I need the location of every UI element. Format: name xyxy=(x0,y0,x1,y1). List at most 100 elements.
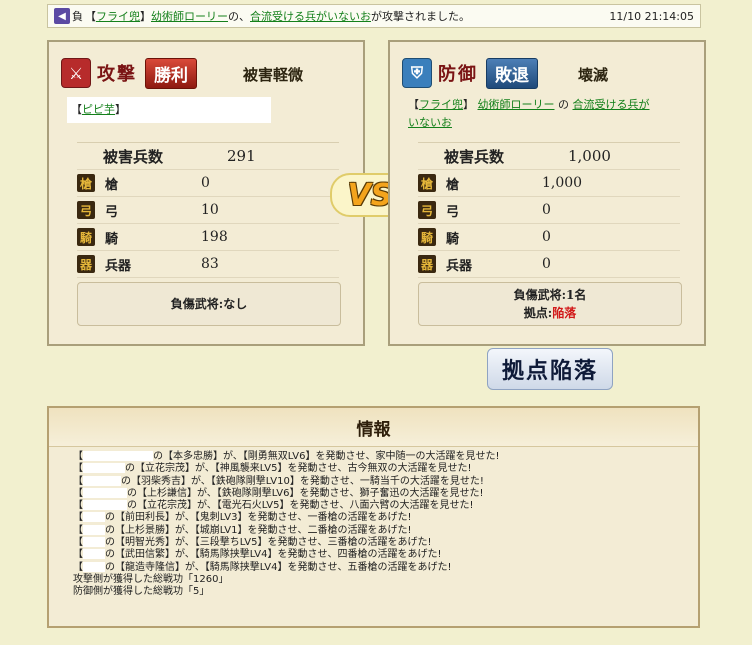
battle-log: 【の【本多忠勝】が、【剛勇無双LV6】を発動させ、家中随一の大活躍を見せた! 【… xyxy=(49,447,698,599)
vs-text: VS xyxy=(347,177,393,213)
defender-wounded-box: 負傷武将:1名 拠点:陥落 xyxy=(418,282,682,326)
unit-value: 83 xyxy=(201,256,219,272)
redacted-name xyxy=(83,512,105,523)
defeat-label: 負 xyxy=(72,10,83,23)
horse-icon: 騎 xyxy=(77,228,95,246)
attacker-damage-level: 被害軽微 xyxy=(243,66,304,84)
unit-label: 弓 xyxy=(105,204,119,220)
bracket-close: 】 xyxy=(140,10,151,23)
notice-player-link[interactable]: フライ兜 xyxy=(96,8,140,24)
stronghold-status: 拠点:陥落 xyxy=(524,304,576,322)
attacker-stats: 被害兵数 291 槍槍 0 弓弓 10 騎騎 198 器兵器 83 xyxy=(77,142,339,278)
log-line: 【の【龍造寺隆信】が、【騎馬隊挟撃LV4】を発動させ、五番槍の活躍をあげた! xyxy=(73,561,452,573)
unit-value: 0 xyxy=(542,256,551,272)
log-line: 【の【上杉景勝】が、【城崩LV1】を発動させ、二番槍の活躍をあげた! xyxy=(73,524,412,536)
defender-wounded-text: 負傷武将:1名 xyxy=(513,288,587,302)
notice-timestamp: 11/10 21:14:05 xyxy=(609,9,694,23)
defender-general-link[interactable]: 幼術師ローリー xyxy=(478,98,555,111)
defeat-badge: 敗退 xyxy=(486,57,538,89)
log-line: 【の【立花宗茂】が、【神風襲来LV5】を発動させ、古今無双の大活躍を見せた! xyxy=(73,463,472,475)
victory-badge: 勝利 xyxy=(145,57,197,89)
defender-merit-line: 防御側が獲得した総戦功「5」 xyxy=(73,586,210,598)
unit-row: 器兵器 0 xyxy=(418,251,680,278)
unit-row: 騎騎 0 xyxy=(418,224,680,251)
defender-owner-link[interactable]: フライ兜 xyxy=(419,98,463,111)
battle-notice-bar: ◀ 負 【 フライ兜 】 幼術師ローリー の、 合流受ける兵がいないお が攻撃さ… xyxy=(47,4,701,28)
defender-role-label: 防御 xyxy=(438,64,478,85)
attacker-role-label: 攻撃 xyxy=(97,64,137,85)
defender-damage-level: 壊滅 xyxy=(578,66,609,84)
notice-stronghold-link[interactable]: 合流受ける兵がいないお xyxy=(250,8,371,24)
bow-icon: 弓 xyxy=(77,201,95,219)
total-losses-label: 被害兵数 xyxy=(103,147,164,166)
redacted-name xyxy=(83,561,105,572)
redacted-name xyxy=(83,475,121,486)
redacted-name xyxy=(83,537,105,548)
siege-icon: 器 xyxy=(418,255,436,273)
redacted-name xyxy=(83,549,105,560)
unit-label: 槍 xyxy=(446,177,460,193)
unit-value: 0 xyxy=(542,202,551,218)
unit-row: 器兵器 83 xyxy=(77,251,339,278)
battle-info-box: 情報 【の【本多忠勝】が、【剛勇無双LV6】を発動させ、家中随一の大活躍を見せた… xyxy=(47,406,700,628)
unit-value: 0 xyxy=(542,229,551,245)
unit-label: 兵器 xyxy=(446,258,473,274)
defender-stats: 被害兵数 1,000 槍槍 1,000 弓弓 0 騎騎 0 器兵器 0 xyxy=(418,142,680,278)
unit-label: 騎 xyxy=(446,231,460,247)
crossed-swords-icon: ⚔ xyxy=(61,58,91,88)
horse-icon: 騎 xyxy=(418,228,436,246)
bracket-close: 】 xyxy=(115,103,126,117)
attacker-wounded-text: 負傷武将:なし xyxy=(170,297,248,311)
unit-row: 弓弓 0 xyxy=(418,197,680,224)
siege-icon: 器 xyxy=(77,255,95,273)
stronghold-status-value: 陥落 xyxy=(552,306,577,320)
bow-icon: 弓 xyxy=(418,201,436,219)
spear-icon: 槍 xyxy=(418,174,436,192)
notice-general-link[interactable]: 幼術師ローリー xyxy=(151,8,228,24)
unit-row: 騎騎 198 xyxy=(77,224,339,251)
notice-separator: の、 xyxy=(228,10,250,23)
unit-value: 1,000 xyxy=(542,175,583,191)
defender-total-value: 1,000 xyxy=(568,147,611,165)
redacted-name xyxy=(83,487,127,498)
unit-value: 10 xyxy=(201,202,219,218)
unit-value: 0 xyxy=(201,175,210,191)
unit-row: 槍槍 0 xyxy=(77,170,339,197)
unit-row: 槍槍 1,000 xyxy=(418,170,680,197)
bracket-open: 【 xyxy=(408,98,419,111)
attacker-header: ⚔ 攻撃 勝利 xyxy=(61,56,197,90)
defender-total-row: 被害兵数 1,000 xyxy=(418,143,680,170)
unit-value: 198 xyxy=(201,229,228,245)
info-title: 情報 xyxy=(49,408,698,447)
log-line: 【の【上杉謙信】が、【鉄砲隊剛撃LV6】を発動させ、獅子奮迅の大活躍を見せた! xyxy=(73,487,484,499)
log-line: 【の【明智光秀】が、【三段撃ちLV5】を発動させ、三番槍の活躍をあげた! xyxy=(73,537,432,549)
defender-header: ⛨ 防御 敗退 xyxy=(402,56,538,90)
bracket-open: 【 xyxy=(71,103,82,117)
defender-panel: ⛨ 防御 敗退 壊滅 【フライ兜】 幼術師ローリー の 合流受ける兵がいないお … xyxy=(388,40,706,346)
defender-owner: 【フライ兜】 幼術師ローリー の 合流受ける兵がいないお xyxy=(408,96,658,131)
attacker-wounded-box: 負傷武将:なし xyxy=(77,282,341,326)
unit-label: 騎 xyxy=(105,231,119,247)
attacker-total-row: 被害兵数 291 xyxy=(77,143,339,170)
unit-label: 弓 xyxy=(446,204,460,220)
log-line: 【の【立花宗茂】が、【電光石火LV5】を発動させ、八面六臂の大活躍を見せた! xyxy=(73,500,474,512)
attacker-owner: 【 ピピ芋 】 xyxy=(67,97,271,123)
unit-label: 槍 xyxy=(105,177,119,193)
stronghold-status-label: 拠点: xyxy=(523,306,553,320)
stronghold-fallen-stamp: 拠点陥落 xyxy=(487,348,613,390)
notice-suffix: が攻撃されました。 xyxy=(371,10,470,23)
attacker-owner-link[interactable]: ピピ芋 xyxy=(82,102,115,117)
total-losses-label: 被害兵数 xyxy=(444,147,505,166)
attacker-total-value: 291 xyxy=(227,147,256,165)
attacker-panel: ⚔ 攻撃 勝利 被害軽微 【 ピピ芋 】 被害兵数 291 槍槍 0 弓弓 10… xyxy=(47,40,365,346)
log-line: 【の【武田信繁】が、【騎馬隊挟撃LV4】を発動させ、四番槍の活躍をあげた! xyxy=(73,549,442,561)
helmet-icon: ⛨ xyxy=(402,58,432,88)
log-line: 【の【前田利長】が、【鬼刺LV3】を発動させ、一番槍の活躍をあげた! xyxy=(73,512,412,524)
spear-icon: 槍 xyxy=(77,174,95,192)
redacted-name xyxy=(83,451,153,461)
attacker-merit-line: 攻撃側が獲得した総戦功「1260」 xyxy=(73,573,229,585)
bracket-close: 】 xyxy=(463,98,474,111)
bracket-open: 【 xyxy=(85,10,96,23)
log-line: 【の【本多忠勝】が、【剛勇無双LV6】を発動させ、家中随一の大活躍を見せた! xyxy=(73,451,500,462)
defeat-badge-icon: ◀ xyxy=(54,8,70,24)
